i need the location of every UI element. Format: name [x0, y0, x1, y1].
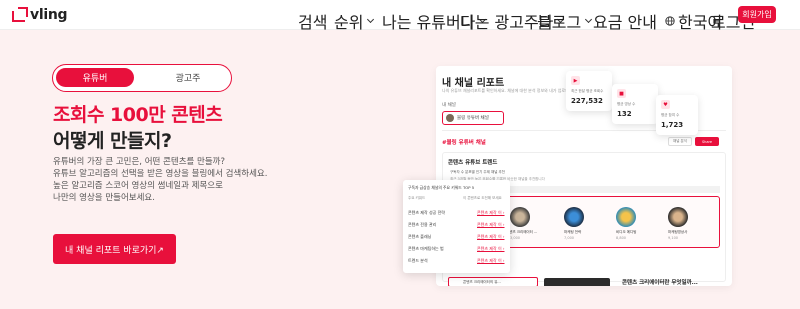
- preview-channel-label: 내 채널: [442, 103, 456, 108]
- preview-bottom-title: 콘텐츠 크리에이터란 무엇일까...: [622, 280, 698, 286]
- hero-description-line: 유튜버의 가장 큰 고민은, 어떤 콘텐츠를 만들까?: [53, 157, 226, 167]
- chevron-down-icon: [367, 15, 375, 24]
- toggle-youtuber[interactable]: 유튜버: [56, 68, 134, 87]
- thumbnail-number: 7,000: [564, 236, 575, 240]
- keyword-popup: 구독자 급상승 채널의 주요 키워드 TOP 5 주요 키워드 이 콘텐츠로 도…: [403, 180, 510, 273]
- top-header: vling 검색 순위 나는 유튜버다 나는 광고주다 블로그 요금 안내 한국…: [0, 0, 800, 33]
- user-type-toggle: 유튜버 광고주: [52, 64, 232, 92]
- thumbnail-image: [510, 207, 530, 227]
- hero-description-line: 나만의 영상을 만들어보세요.: [53, 193, 155, 203]
- stat-card-views: ▶ 최근 한달 평균 조회수 227,532: [566, 71, 612, 111]
- popup-link[interactable]: 콘텐츠 제작 이 ›: [477, 210, 505, 216]
- preview-channel-tag: #블링 유튜버 채널: [442, 140, 486, 146]
- popup-keyword: 콘텐츠 플래닝: [408, 234, 432, 239]
- hero-headline: 어떻게 만들지?: [53, 130, 172, 152]
- nav-pricing[interactable]: 요금 안내: [593, 9, 657, 33]
- popup-link[interactable]: 콘텐츠 제작 이 ›: [477, 234, 505, 240]
- thumbnail-image: [564, 207, 584, 227]
- popup-keyword: 콘텐츠 제작 성공 전략: [408, 210, 445, 215]
- preview-title: 내 채널 리포트: [442, 78, 505, 89]
- logo-text: vling: [30, 7, 68, 23]
- stat-label: 평균 참여 수: [661, 113, 680, 117]
- preview-section-title: 콘텐츠 유튜브 트렌드: [448, 160, 498, 166]
- nav-ranking-label: 순위: [334, 13, 364, 32]
- channel-report-button[interactable]: 내 채널 리포트 바로가기↗: [53, 234, 176, 264]
- nav-blog-label: 블로그: [537, 13, 582, 32]
- thumbnail-label: 비디오 에디팅: [616, 230, 637, 234]
- popup-keyword: 콘텐츠 전용 관리: [408, 222, 437, 227]
- logo-mark-icon: [10, 5, 32, 25]
- stat-label: 평균 영상 수: [617, 102, 636, 106]
- play-icon: ▶: [571, 76, 580, 85]
- heart-icon: ♥: [661, 100, 670, 109]
- vling-logo[interactable]: vling: [10, 5, 68, 25]
- nav-search-label: 검색: [298, 13, 328, 32]
- avatar: [446, 114, 454, 122]
- popup-keyword: 콘텐츠 마케팅하는 법: [408, 246, 444, 251]
- thumbnail-label: 콘텐츠 크리에이터 ...: [506, 230, 538, 234]
- toggle-advertiser[interactable]: 광고주: [149, 68, 227, 87]
- thumbnail-image: [668, 207, 688, 227]
- preview-channel-select: 블링 유튜버 채널: [442, 111, 504, 125]
- preview-select-value: 블링 유튜버 채널: [457, 116, 489, 121]
- popup-link[interactable]: 콘텐츠 제작 이 ›: [477, 258, 505, 264]
- stat-card-videos: ■ 평균 영상 수 132: [612, 84, 658, 124]
- popup-col-right: 이 콘텐츠로 도전해 보세요: [463, 196, 502, 200]
- hero-description-line: 높은 알고리즘 스코어 영상의 썸네일과 제목으로: [53, 181, 223, 191]
- popup-link[interactable]: 콘텐츠 제작 이 ›: [477, 222, 505, 228]
- preview-analysis-button: 채널 분석: [668, 137, 692, 146]
- thumbnail-label: 마케팅 전략: [564, 230, 582, 234]
- stat-card-engagement: ♥ 평균 참여 수 1,723: [656, 95, 698, 135]
- preview-section-sub1: 구독자 수 분포별 인기 주제 채널 추천: [450, 170, 505, 174]
- nav-pricing-label: 요금 안내: [593, 13, 657, 32]
- signup-button[interactable]: 회원가입: [738, 6, 776, 23]
- stat-value: 1,723: [661, 121, 684, 129]
- nav-ranking[interactable]: 순위: [334, 9, 375, 33]
- video-icon: ■: [617, 89, 626, 98]
- stat-value: 227,532: [571, 97, 603, 105]
- thumbnail-number: 8,800: [616, 236, 627, 240]
- thumbnail-number: 9,100: [668, 236, 679, 240]
- globe-icon: [665, 16, 675, 26]
- preview-dark-thumbnail: [544, 278, 610, 286]
- stat-value: 132: [617, 110, 632, 118]
- thumbnail-label: 마케팅영상사: [668, 230, 688, 234]
- nav-blog[interactable]: 블로그: [537, 9, 593, 33]
- hero-description-line: 유튜브 알고리즘의 선택을 받은 영상을 블링에서 검색하세요.: [53, 169, 268, 179]
- popup-header: 구독자 급상승 채널의 주요 키워드 TOP 5: [408, 185, 475, 190]
- thumbnail-image: [616, 207, 636, 227]
- preview-share-button: Share: [695, 137, 719, 146]
- hero-headline-accent: 조회수 100만 콘텐츠: [53, 104, 223, 126]
- preview-bottom-card: 콘텐츠 크리에이터의 유...: [448, 277, 538, 286]
- hero-description: 유튜버의 가장 큰 고민은, 어떤 콘텐츠를 만들까? 유튜브 알고리즘의 선택…: [53, 156, 267, 204]
- thumbnail-number: 3,000: [510, 236, 521, 240]
- nav-search[interactable]: 검색: [298, 9, 327, 33]
- popup-link[interactable]: 콘텐츠 제작 이 ›: [477, 246, 505, 252]
- stat-label: 최근 한달 평균 조회수: [571, 89, 604, 93]
- popup-col-left: 주요 키워드: [408, 196, 426, 200]
- chevron-down-icon: [585, 15, 593, 24]
- popup-keyword: 트렌드 분석: [408, 258, 428, 263]
